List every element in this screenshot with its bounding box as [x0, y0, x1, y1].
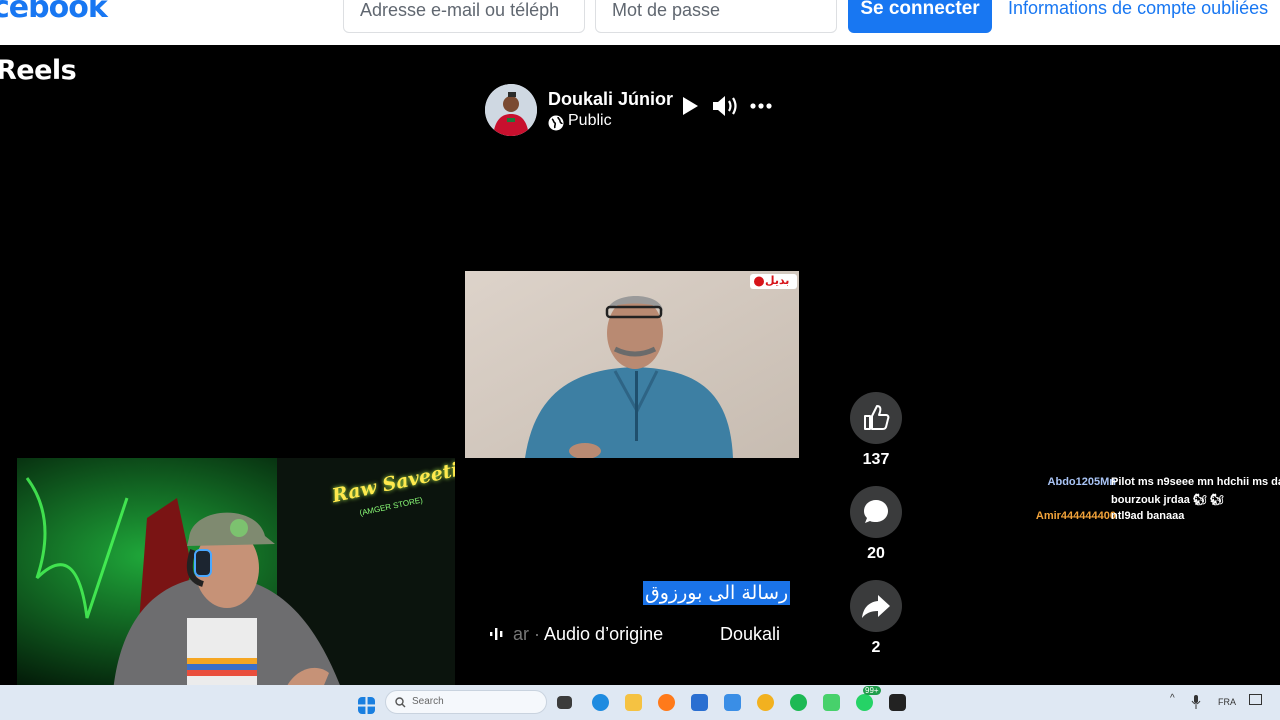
search-icon — [395, 697, 406, 708]
play-icon[interactable] — [681, 96, 699, 116]
search-label: Search — [412, 696, 444, 707]
capcut-icon[interactable] — [889, 694, 906, 711]
chat-text: ntl9ad banaaa — [1111, 510, 1185, 522]
audio-wave-icon — [490, 628, 503, 640]
language-indicator[interactable]: FRA — [1218, 697, 1236, 707]
comment-count: 20 — [867, 545, 885, 562]
share-icon — [862, 595, 890, 618]
audio-label: Audio d’origine — [544, 624, 664, 644]
taskbar-search[interactable]: Search — [385, 690, 547, 714]
store-icon[interactable] — [691, 694, 708, 711]
windows-start-icon[interactable] — [358, 697, 375, 714]
like-count: 137 — [862, 451, 890, 468]
login-button[interactable]: Se connecter — [848, 0, 992, 33]
file-explorer-icon[interactable] — [625, 694, 642, 711]
more-options-icon[interactable] — [750, 103, 772, 109]
edge-icon[interactable] — [592, 694, 609, 711]
author-name[interactable]: Doukali Júnior — [548, 89, 673, 110]
streamer-webcam: Raw Saveeti (AMGER STORE) — [17, 458, 455, 704]
firefox-icon[interactable] — [658, 694, 675, 711]
stream-chat: Abdo1205Mn Pilot ms n9seee mn hdchii ms … — [1010, 476, 1280, 527]
audio-user[interactable]: Doukali — [720, 624, 780, 645]
reel-video[interactable]: بديل — [465, 271, 799, 458]
audio-row[interactable]: ar · Audio d’origine Doukali — [489, 624, 780, 645]
chrome-icon[interactable] — [757, 694, 774, 711]
video-frame-image — [465, 271, 799, 458]
chat-text: bourzouk jrdaa 🐿 🐿 — [1111, 494, 1224, 506]
reel-caption: رسالة الى بورزوق — [643, 581, 791, 605]
task-view-icon[interactable] — [557, 696, 572, 709]
chat-message: bourzouk jrdaa 🐿 🐿 — [1010, 493, 1280, 510]
share-count: 2 — [871, 639, 881, 656]
author-avatar[interactable] — [485, 84, 537, 136]
forgot-account-link[interactable]: Informations de compte oubliées — [1008, 0, 1268, 19]
reels-title: Reels — [0, 55, 77, 86]
password-field[interactable]: Mot de passe — [595, 0, 837, 33]
chat-username: Abdo1205Mn — [1047, 476, 1116, 488]
outlook-icon[interactable] — [724, 694, 741, 711]
spotify-icon[interactable] — [790, 694, 807, 711]
whatsapp-icon[interactable] — [856, 694, 873, 711]
like-button[interactable] — [850, 392, 902, 444]
android-app-icon[interactable] — [823, 694, 840, 711]
volume-icon[interactable] — [711, 94, 739, 118]
share-button[interactable] — [850, 580, 902, 632]
whatsapp-badge: 99+ — [863, 686, 881, 695]
channel-badge: بديل — [765, 274, 790, 287]
audio-label-faded: ar · — [513, 624, 540, 644]
comment-icon — [864, 500, 888, 523]
globe-icon — [548, 115, 564, 131]
chat-message: Amir444444400 ntl9ad banaaa — [1010, 510, 1280, 527]
network-icon[interactable] — [1249, 694, 1262, 705]
windows-taskbar: 99+ ^ FRA — [0, 685, 1280, 720]
email-field[interactable]: Adresse e-mail ou téléph — [343, 0, 585, 33]
chevron-up-icon[interactable]: ^ — [1170, 693, 1175, 704]
thumbs-up-icon — [864, 405, 890, 430]
comment-button[interactable] — [850, 486, 902, 538]
header-bar: cebook Adresse e-mail ou téléph Mot de p… — [0, 0, 1280, 45]
facebook-logo[interactable]: cebook — [0, 0, 108, 25]
chat-message: Abdo1205Mn Pilot ms n9seee mn hdchii ms … — [1010, 476, 1280, 493]
chat-username: Amir444444400 — [1035, 510, 1116, 522]
chat-text: Pilot ms n9seee mn hdchii ms dal — [1111, 476, 1280, 488]
privacy-label: Public — [568, 112, 612, 129]
microphone-icon[interactable] — [1191, 695, 1201, 709]
